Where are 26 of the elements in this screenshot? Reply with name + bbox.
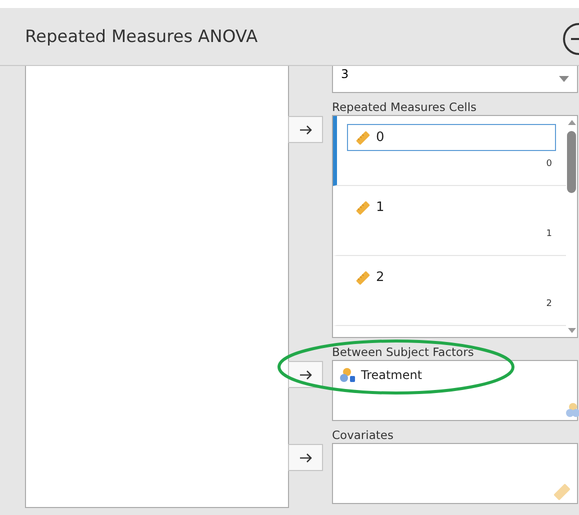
drop-box[interactable]: 0 0 1 1 2 2 xyxy=(332,115,578,338)
window-title: Repeated Measures ANOVA xyxy=(25,26,258,46)
cell-row[interactable]: 2 2 xyxy=(333,256,566,326)
section-label: Repeated Measures Cells xyxy=(332,99,478,115)
section-label: Between Subject Factors xyxy=(332,344,475,360)
move-arrow-button[interactable] xyxy=(288,116,323,143)
drop-box[interactable]: Treatment xyxy=(332,360,578,421)
levels-field[interactable]: 3 xyxy=(332,66,578,93)
cell-value: 0 xyxy=(545,159,553,169)
cell-value: 2 xyxy=(545,299,553,309)
cell-name: 1 xyxy=(376,200,384,215)
cell-name: 0 xyxy=(376,130,384,145)
arrow-icon xyxy=(300,370,312,380)
nominal-icon xyxy=(339,367,357,383)
scroll-up-icon xyxy=(568,120,576,125)
cell-value: 1 xyxy=(545,229,553,239)
arrow-icon xyxy=(300,124,312,134)
section-label: Covariates xyxy=(332,427,394,443)
cell-row[interactable]: 1 1 xyxy=(333,186,566,256)
scroll-down-icon xyxy=(568,328,576,333)
scroll-thumb[interactable] xyxy=(567,131,576,193)
move-arrow-button[interactable] xyxy=(288,444,323,471)
cell-name: 2 xyxy=(376,270,384,285)
factor-name[interactable]: Treatment xyxy=(361,368,422,382)
dropdown-caret-icon xyxy=(559,76,569,82)
arrow-icon xyxy=(300,452,312,462)
